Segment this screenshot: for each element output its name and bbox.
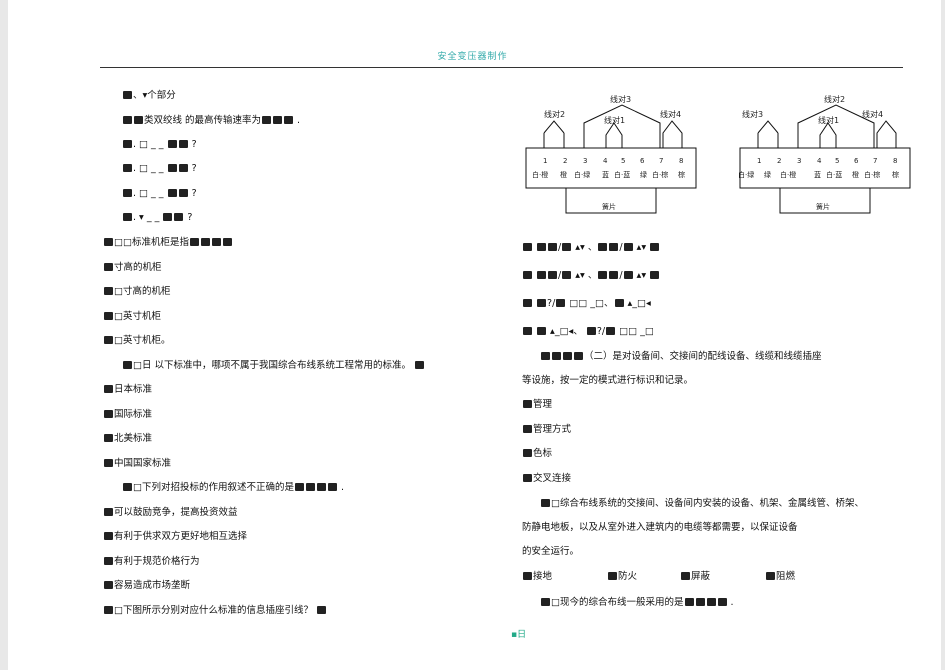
option-line: 寸高的机柜 — [103, 261, 162, 274]
pin-color: 棕 — [892, 170, 899, 179]
pair-top-label: 线对3 — [610, 94, 631, 104]
pin-color: 白·蓝 — [614, 170, 630, 179]
option-line: 北美标准 — [103, 432, 152, 445]
option-line: 国际标准 — [103, 408, 152, 421]
pin-color: 蓝 — [602, 170, 609, 179]
option-line: ?/ □□ _□、 ▴_□◂ — [522, 297, 651, 310]
pin-number: 3 — [797, 157, 801, 165]
question-line-cont: 的安全运行。 — [522, 546, 580, 557]
text-line: . ▾ _ _ ? — [122, 211, 192, 224]
option-line: 阻燃 — [765, 570, 795, 583]
option-line: 接地 — [522, 570, 552, 583]
page-number: ▪日 — [511, 630, 527, 640]
pin-number: 6 — [640, 157, 645, 165]
option-line: □寸高的机柜 — [103, 285, 171, 298]
question-line: □日 以下标准中，哪项不属于我国综合布线系统工程常用的标准。 — [122, 359, 425, 372]
pin-number: 3 — [583, 157, 587, 165]
pin-color: 白·橙 — [780, 170, 796, 179]
pair-label: 线对1 — [818, 115, 839, 125]
pair-top-label: 线对2 — [824, 94, 845, 104]
option-line: 有利于供求双方更好地相互选择 — [103, 530, 247, 543]
pin-color: 白·绿 — [738, 170, 754, 179]
text-line: . □ _ _ ? — [122, 187, 197, 200]
question-line: □下列对招投标的作用叙述不正确的是 . — [122, 481, 344, 494]
pair-label: 线对4 — [862, 109, 883, 119]
option-line: ▴_□◂、 ?/ □□ _□ — [522, 325, 654, 338]
option-line: / ▴▾ 、 / ▴▾ — [522, 241, 660, 254]
option-line: 管理方式 — [522, 423, 571, 436]
pin-color: 白·蓝 — [826, 170, 842, 179]
option-line: □英寸机柜 — [103, 310, 161, 323]
pin-number: 2 — [777, 157, 781, 165]
pin-color: 绿 — [640, 170, 647, 179]
option-line: 管理 — [522, 398, 552, 411]
spring-label: 簧片 — [816, 202, 830, 211]
option-line: 日本标准 — [103, 383, 152, 396]
text-line: . □ _ _ ? — [122, 138, 197, 151]
pin-color: 棕 — [678, 170, 685, 179]
pin-color: 绿 — [764, 170, 771, 179]
pin-color: 白·棕 — [864, 170, 880, 179]
pair-label: 线对4 — [660, 109, 681, 119]
spring-label: 簧片 — [602, 202, 616, 211]
pin-color: 白·棕 — [652, 170, 668, 179]
pin-number: 4 — [817, 157, 822, 165]
pin-number: 5 — [835, 157, 839, 165]
pair-label: 线对3 — [742, 109, 763, 119]
pin-color: 橙 — [852, 170, 859, 179]
pair-label: 线对2 — [544, 109, 565, 119]
pin-number: 4 — [603, 157, 608, 165]
question-line: □下图所示分别对应什么标准的信息插座引线？ — [103, 604, 327, 617]
pin-color: 白·橙 — [532, 170, 548, 179]
pin-number: 6 — [854, 157, 859, 165]
wiring-diagram-right: 线对2 线对3 线对1 线对4 1 2 3 4 5 6 7 8 白·绿 绿 白·… — [736, 93, 921, 235]
option-line: 容易造成市场垄断 — [103, 579, 190, 592]
question-line: （二）是对设备间、交接间的配线设备、线缆和线缆插座 — [540, 350, 822, 363]
pin-number: 1 — [543, 157, 547, 165]
option-line: 有利于规范价格行为 — [103, 555, 200, 568]
option-line: 交叉连接 — [522, 472, 571, 485]
question-line-cont: 等设施，按一定的模式进行标识和记录。 — [522, 375, 694, 386]
question-line: □现今的综合布线一般采用的是 . — [540, 596, 734, 609]
text-line: . □ _ _ ? — [122, 162, 197, 175]
option-line: 防火 — [607, 570, 637, 583]
wiring-diagram-left: 线对3 线对2 线对1 线对4 1 2 3 4 5 6 7 8 白·橙 橙 白·… — [522, 93, 707, 235]
page-header: 安全变压器制作 — [437, 52, 508, 62]
pin-number: 2 — [563, 157, 567, 165]
option-line: □英寸机柜。 — [103, 334, 171, 347]
option-line: 中国国家标准 — [103, 457, 171, 470]
question-line: □□标准机柜是指 — [103, 236, 233, 249]
page-right-edge — [941, 0, 945, 670]
question-line-cont: 防静电地板，以及从室外进入建筑内的电缆等都需要，以保证设备 — [522, 522, 798, 533]
option-line: 色标 — [522, 447, 552, 460]
pin-color: 蓝 — [814, 170, 821, 179]
text-line: 、▾个部分 — [122, 89, 176, 102]
pair-label: 线对1 — [604, 115, 625, 125]
pin-number: 8 — [679, 157, 683, 165]
pin-color: 橙 — [560, 170, 567, 179]
option-line: 屏蔽 — [680, 570, 710, 583]
text-line: 类双绞线 的最高传输速率为 . — [122, 114, 300, 127]
option-line: 可以鼓励竞争，提高投资效益 — [103, 506, 238, 519]
page-left-edge — [0, 0, 8, 670]
pin-number: 7 — [659, 157, 663, 165]
pin-number: 5 — [621, 157, 625, 165]
header-rule — [100, 67, 903, 68]
pin-color: 白·绿 — [574, 170, 590, 179]
pin-number: 8 — [893, 157, 897, 165]
pin-number: 7 — [873, 157, 877, 165]
question-line: □综合布线系统的交接间、设备间内安装的设备、机架、金属线管、桥架、 — [540, 497, 864, 510]
pin-number: 1 — [757, 157, 761, 165]
option-line: / ▴▾ 、 / ▴▾ — [522, 269, 660, 282]
